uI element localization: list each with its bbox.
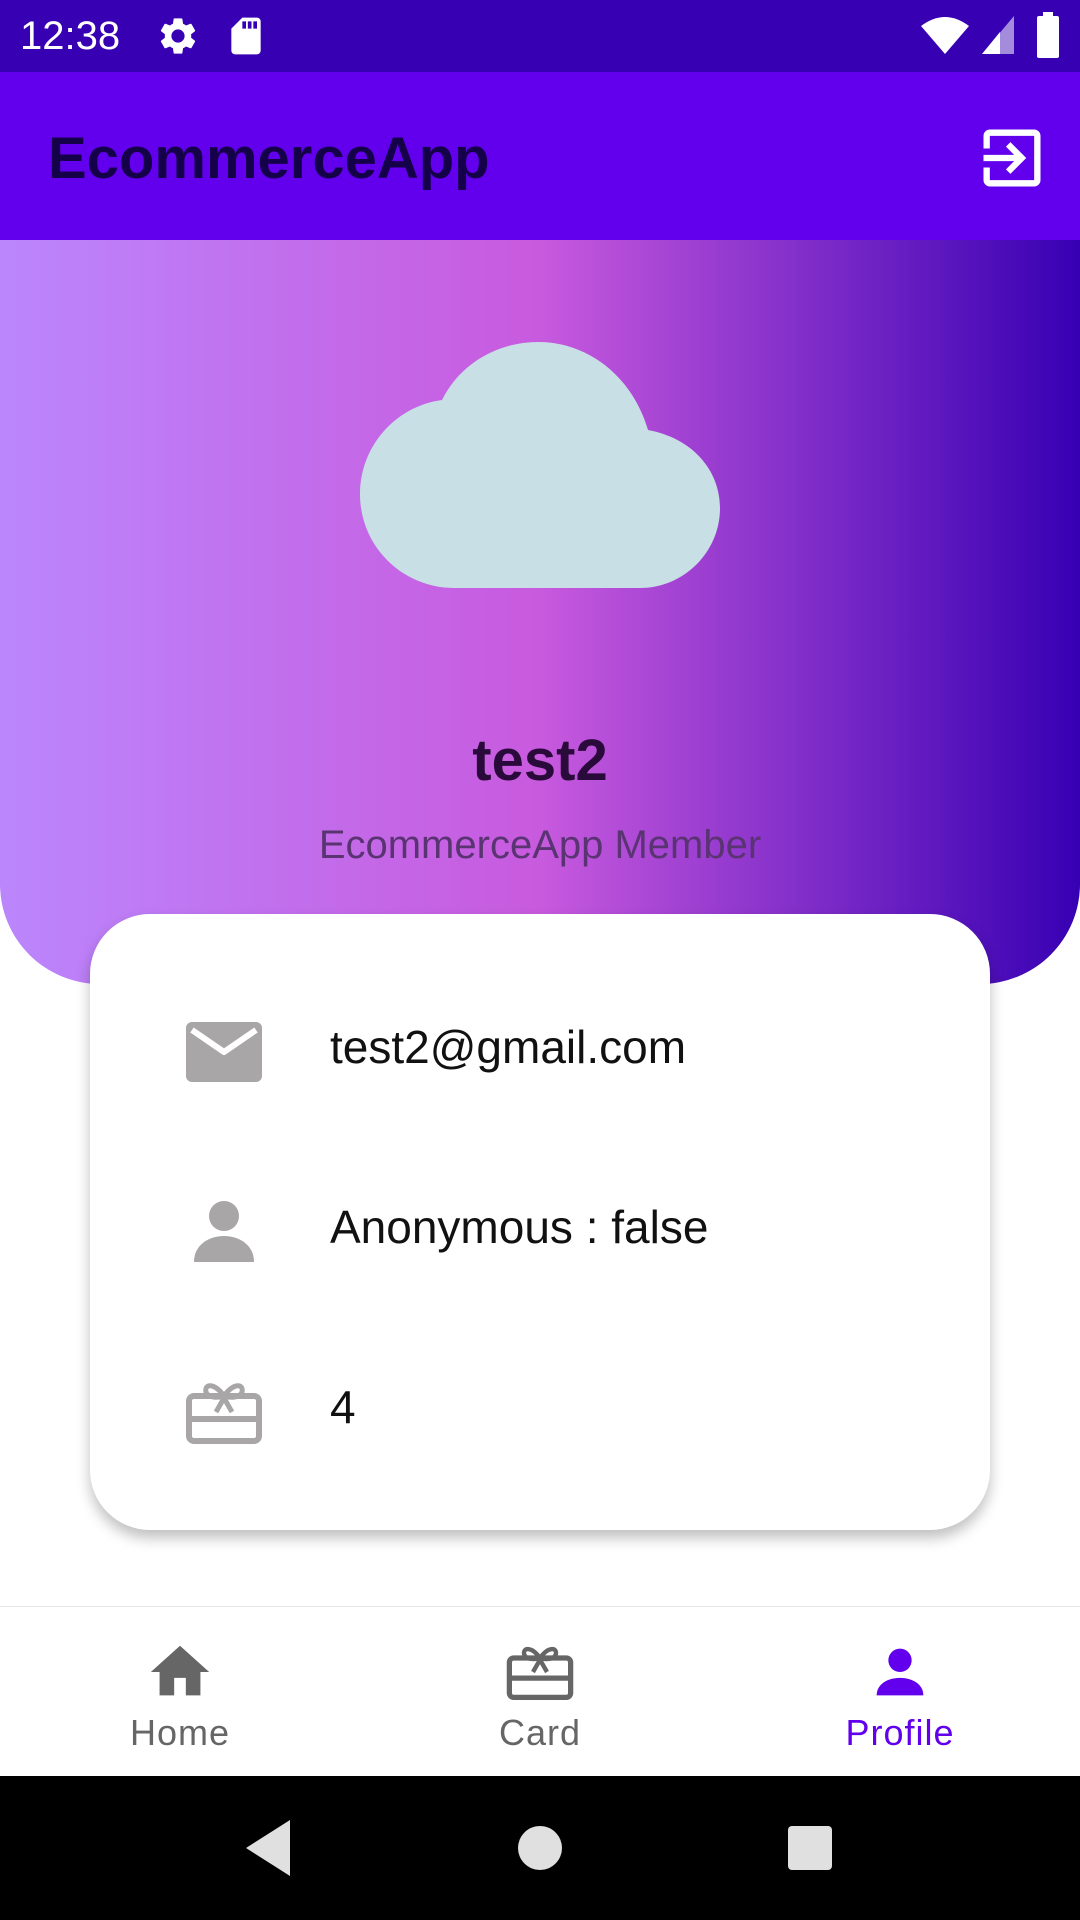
back-icon[interactable] <box>234 1812 306 1884</box>
status-bar: 12:38 <box>0 0 1080 72</box>
nav-label-card: Card <box>498 1712 582 1753</box>
logout-icon <box>983 129 1041 187</box>
info-row-anonymous: Anonymous : false <box>90 1170 990 1290</box>
info-card: test2@gmail.com Anonymous : false 4 <box>90 914 990 1530</box>
card-giftcard-icon <box>506 1646 574 1700</box>
sd-card-icon <box>231 17 261 55</box>
email-icon <box>186 1022 262 1082</box>
signal-icon <box>982 16 1014 54</box>
app-bar: EcommerceApp <box>0 72 1080 240</box>
user-name: test2 <box>472 728 608 793</box>
info-row-email: test2@gmail.com <box>90 990 990 1110</box>
nav-label-profile: Profile <box>845 1712 955 1753</box>
status-time: 12:38 <box>20 14 121 58</box>
app-title: EcommerceApp <box>48 126 490 191</box>
nav-label-home: Home <box>129 1712 231 1753</box>
nav-item-card[interactable]: Card <box>360 1607 720 1777</box>
cloud-icon <box>360 342 720 588</box>
recents-icon[interactable] <box>774 1812 846 1884</box>
info-row-cards: 4 <box>90 1350 990 1470</box>
home-circle-icon[interactable] <box>504 1812 576 1884</box>
person-icon <box>876 1648 924 1696</box>
nav-item-profile[interactable]: Profile <box>720 1607 1080 1777</box>
user-subtitle: EcommerceApp Member <box>318 823 762 867</box>
bottom-navigation: Home Card Profile <box>0 1606 1080 1777</box>
wifi-icon <box>921 17 969 54</box>
person-icon <box>194 1201 254 1262</box>
card-giftcard-icon <box>186 1383 262 1444</box>
email-text: test2@gmail.com <box>330 1021 687 1073</box>
logout-button[interactable] <box>974 120 1050 196</box>
card-count-text: 4 <box>330 1381 356 1433</box>
home-icon <box>150 1645 210 1696</box>
battery-icon <box>1037 12 1059 58</box>
system-navigation-bar <box>0 1776 1080 1920</box>
gear-icon <box>160 18 196 54</box>
nav-item-home[interactable]: Home <box>0 1607 360 1777</box>
anonymous-text: Anonymous : false <box>330 1201 709 1253</box>
